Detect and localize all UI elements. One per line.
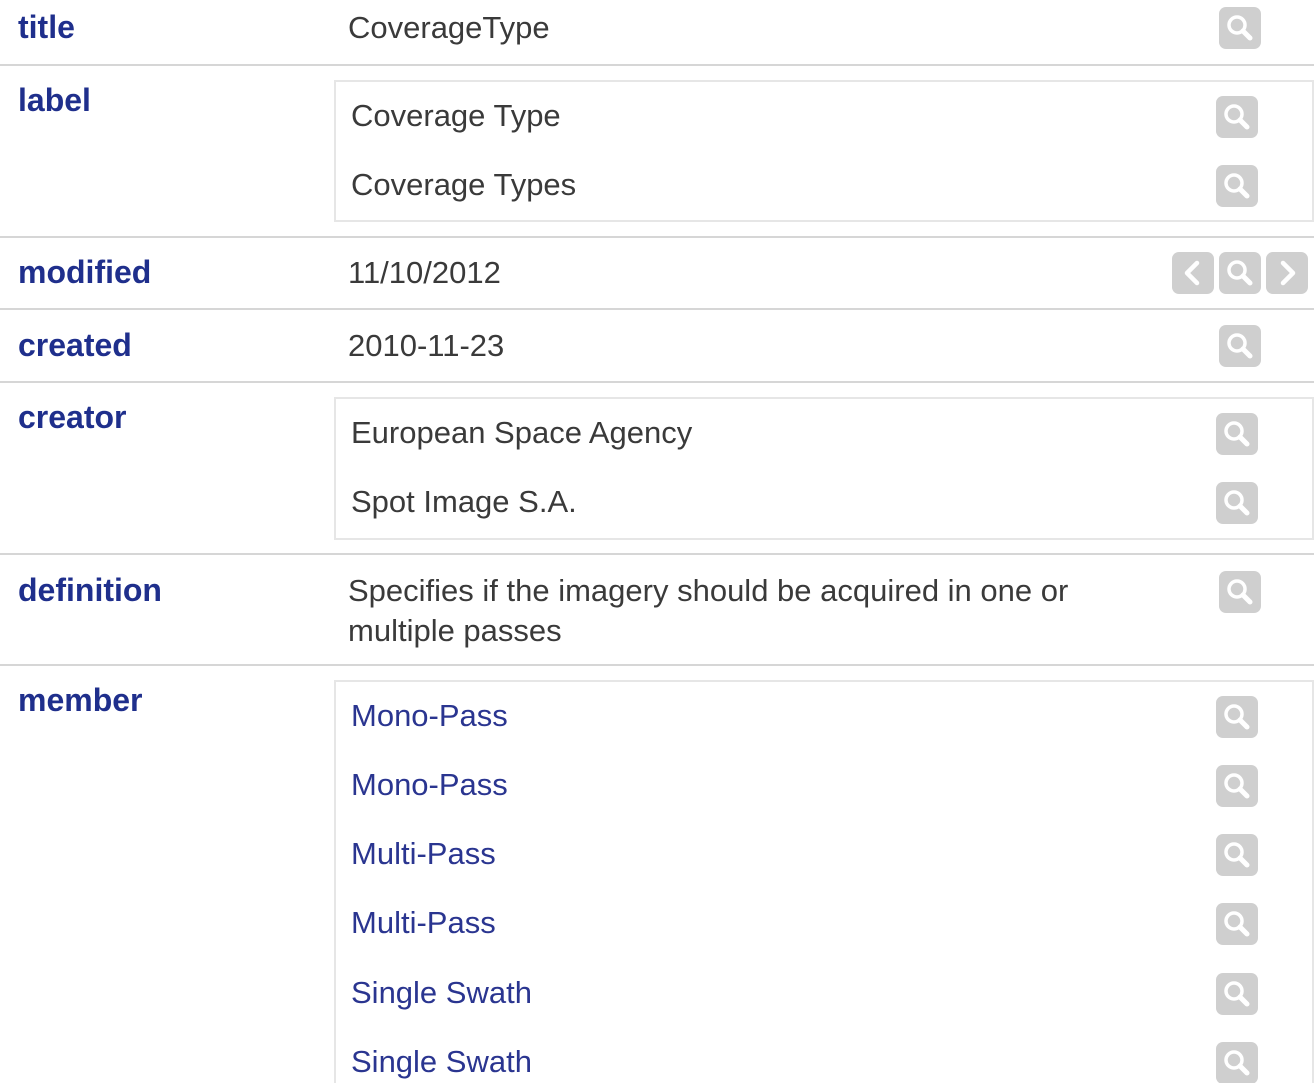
magnifier-icon bbox=[1224, 773, 1250, 799]
value-created: 2010-11-23 bbox=[348, 328, 505, 363]
row-divider bbox=[0, 64, 1314, 66]
value-label-2: Coverage Types bbox=[351, 167, 577, 202]
magnifier-icon bbox=[1224, 490, 1250, 516]
property-name-modified: modified bbox=[18, 254, 152, 290]
value-title: CoverageType bbox=[348, 10, 550, 45]
magnifier-icon bbox=[1224, 981, 1250, 1007]
chevron-right-icon bbox=[1280, 260, 1296, 286]
magnifier-icon bbox=[1227, 579, 1253, 605]
magnifier-icon bbox=[1224, 173, 1250, 199]
magnifier-icon bbox=[1224, 1050, 1250, 1076]
member-link[interactable]: Mono-Pass bbox=[351, 696, 508, 736]
magnifier-icon bbox=[1224, 704, 1250, 730]
magnifier-icon[interactable] bbox=[1216, 482, 1258, 524]
magnifier-icon bbox=[1227, 333, 1253, 359]
value-label-1: Coverage Type bbox=[351, 98, 561, 133]
magnifier-icon[interactable] bbox=[1219, 7, 1261, 49]
magnifier-icon[interactable] bbox=[1216, 696, 1258, 738]
chevron-left-icon[interactable] bbox=[1172, 252, 1214, 294]
row-divider bbox=[0, 236, 1314, 238]
magnifier-icon bbox=[1224, 104, 1250, 130]
magnifier-icon bbox=[1224, 842, 1250, 868]
value-creator-2: Spot Image S.A. bbox=[351, 484, 577, 519]
value-creator-1: European Space Agency bbox=[351, 415, 693, 450]
chevron-left-icon bbox=[1184, 260, 1200, 286]
magnifier-icon[interactable] bbox=[1216, 973, 1258, 1015]
magnifier-icon[interactable] bbox=[1216, 96, 1258, 138]
magnifier-icon[interactable] bbox=[1216, 1042, 1258, 1083]
magnifier-icon[interactable] bbox=[1219, 252, 1261, 294]
magnifier-icon[interactable] bbox=[1216, 903, 1258, 945]
magnifier-icon[interactable] bbox=[1216, 413, 1258, 455]
member-values-box bbox=[334, 680, 1314, 1083]
member-link[interactable]: Multi-Pass bbox=[351, 834, 496, 874]
member-link[interactable]: Single Swath bbox=[351, 973, 532, 1013]
magnifier-icon[interactable] bbox=[1216, 765, 1258, 807]
member-link[interactable]: Mono-Pass bbox=[351, 765, 508, 805]
property-name-title: title bbox=[18, 9, 75, 45]
row-divider bbox=[0, 553, 1314, 555]
value-modified: 11/10/2012 bbox=[348, 255, 501, 290]
property-name-creator: creator bbox=[18, 399, 127, 435]
property-name-definition: definition bbox=[18, 572, 162, 608]
magnifier-icon bbox=[1227, 260, 1253, 286]
property-name-member: member bbox=[18, 682, 143, 718]
member-link[interactable]: Single Swath bbox=[351, 1042, 532, 1082]
chevron-right-icon[interactable] bbox=[1266, 252, 1308, 294]
value-definition: Specifies if the imagery should be acqui… bbox=[348, 573, 1069, 648]
magnifier-icon bbox=[1224, 911, 1250, 937]
magnifier-icon[interactable] bbox=[1219, 571, 1261, 613]
magnifier-icon[interactable] bbox=[1219, 325, 1261, 367]
row-divider bbox=[0, 308, 1314, 310]
member-link[interactable]: Multi-Pass bbox=[351, 903, 496, 943]
property-name-label: label bbox=[18, 82, 91, 118]
magnifier-icon[interactable] bbox=[1216, 834, 1258, 876]
magnifier-icon bbox=[1224, 421, 1250, 447]
property-name-created: created bbox=[18, 327, 132, 363]
magnifier-icon[interactable] bbox=[1216, 165, 1258, 207]
row-divider bbox=[0, 664, 1314, 666]
row-divider bbox=[0, 381, 1314, 383]
magnifier-icon bbox=[1227, 15, 1253, 41]
